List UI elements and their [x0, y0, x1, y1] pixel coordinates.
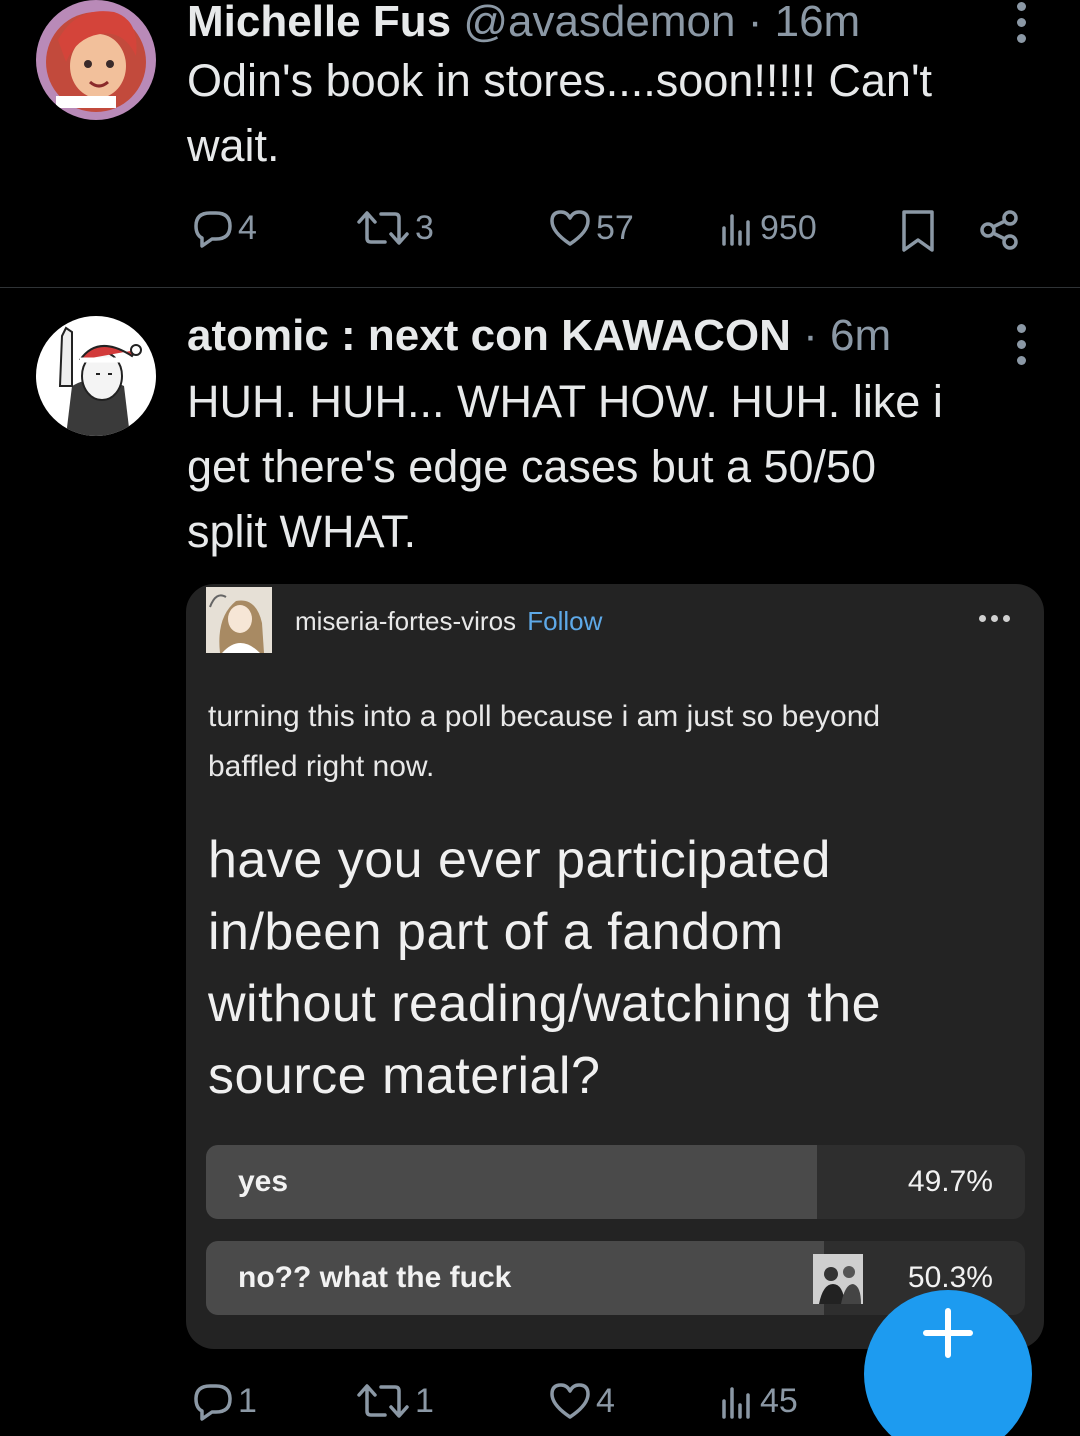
tweet-text: Odin's book in stores....soon!!!!! Can't… — [187, 48, 932, 178]
tumblr-text-line: turning this into a poll because i am ju… — [208, 700, 881, 733]
timestamp[interactable]: 16m — [775, 0, 861, 46]
views-button[interactable]: 950 — [716, 208, 817, 248]
share-button[interactable] — [978, 208, 1022, 252]
like-button[interactable]: 4 — [548, 1381, 615, 1421]
retweet-count: 1 — [415, 1381, 434, 1420]
poll-question-line: in/been part of a fandom — [208, 903, 784, 961]
tumblr-post-text: turning this into a poll because i am ju… — [208, 692, 1008, 792]
more-options-icon[interactable] — [1006, 324, 1036, 365]
avatar[interactable] — [36, 0, 156, 120]
poll-option-label: no?? what the fuck — [238, 1261, 512, 1294]
view-count: 950 — [760, 208, 817, 247]
tumblr-username-line: miseria-fortes-viros Follow — [295, 606, 602, 637]
retweet-button[interactable]: 3 — [355, 208, 434, 248]
tweet-header: Michelle Fus @avasdemon · 16m — [187, 0, 860, 44]
tumblr-avatar[interactable] — [206, 587, 272, 653]
retweet-count: 3 — [415, 208, 434, 247]
poll-option-percent: 49.7% — [907, 1165, 993, 1198]
tweet-text-line: split WHAT. — [187, 506, 417, 557]
heart-icon — [550, 210, 590, 246]
heart-icon — [550, 1383, 590, 1419]
tweet-text-line: Odin's book in stores....soon!!!!! Can't — [187, 55, 933, 106]
views-icon — [722, 214, 750, 246]
poll-question-line: source material? — [208, 1047, 601, 1105]
poll-question-line: have you ever participated — [208, 831, 831, 889]
reply-button[interactable]: 1 — [190, 1381, 257, 1421]
share-icon — [980, 210, 1018, 250]
poll-question: have you ever participated in/been part … — [208, 824, 1008, 1112]
like-count: 4 — [596, 1381, 615, 1420]
tweet-text: HUH. HUH... WHAT HOW. HUH. like i get th… — [187, 369, 943, 564]
poll-option-label: yes — [238, 1165, 289, 1198]
retweet-button[interactable]: 1 — [355, 1381, 434, 1421]
action-bar: 4 3 57 950 — [0, 208, 1080, 258]
poll-option-yes[interactable]: yes 49.7% — [206, 1145, 1025, 1219]
separator: · — [803, 311, 818, 360]
like-button[interactable]: 57 — [548, 208, 634, 248]
retweet-icon — [357, 1384, 409, 1418]
tweet-text-line: wait. — [187, 120, 280, 171]
tumblr-more-icon[interactable] — [979, 615, 1010, 622]
tumblr-text-line: baffled right now. — [208, 750, 435, 783]
retweet-icon — [357, 211, 409, 245]
voter-avatar — [813, 1254, 863, 1304]
tweet-1[interactable]: Michelle Fus @avasdemon · 16m Odin's boo… — [0, 0, 1080, 287]
follow-link[interactable]: Follow — [527, 606, 602, 636]
reply-count: 4 — [238, 208, 257, 247]
display-name[interactable]: Michelle Fus — [187, 0, 451, 46]
views-icon — [722, 1387, 750, 1419]
display-name[interactable]: atomic : next con KAWACON — [187, 311, 791, 360]
plus-icon — [923, 1308, 973, 1358]
timestamp[interactable]: 6m — [830, 311, 891, 360]
reply-button[interactable]: 4 — [190, 208, 257, 248]
view-count: 45 — [760, 1381, 798, 1420]
like-count: 57 — [596, 208, 634, 247]
reply-icon — [194, 211, 232, 248]
poll-question-line: without reading/watching the — [208, 975, 882, 1033]
views-button[interactable]: 45 — [716, 1381, 798, 1421]
more-options-icon[interactable] — [1006, 2, 1036, 43]
user-handle[interactable]: @avasdemon — [463, 0, 735, 46]
tweet-text-line: HUH. HUH... WHAT HOW. HUH. like i — [187, 376, 943, 427]
bookmark-icon — [902, 210, 934, 252]
tweet-text-line: get there's edge cases but a 50/50 — [187, 441, 877, 492]
bookmark-button[interactable] — [898, 208, 938, 254]
embedded-image-card[interactable]: miseria-fortes-viros Follow turning this… — [186, 584, 1044, 1349]
avatar[interactable] — [36, 316, 156, 436]
reply-icon — [194, 1384, 232, 1421]
tweet-header: atomic : next con KAWACON · 6m — [187, 314, 891, 358]
tumblr-username[interactable]: miseria-fortes-viros — [295, 606, 516, 636]
poll-fill-bar — [206, 1145, 817, 1219]
reply-count: 1 — [238, 1381, 257, 1420]
separator: · — [747, 0, 763, 46]
